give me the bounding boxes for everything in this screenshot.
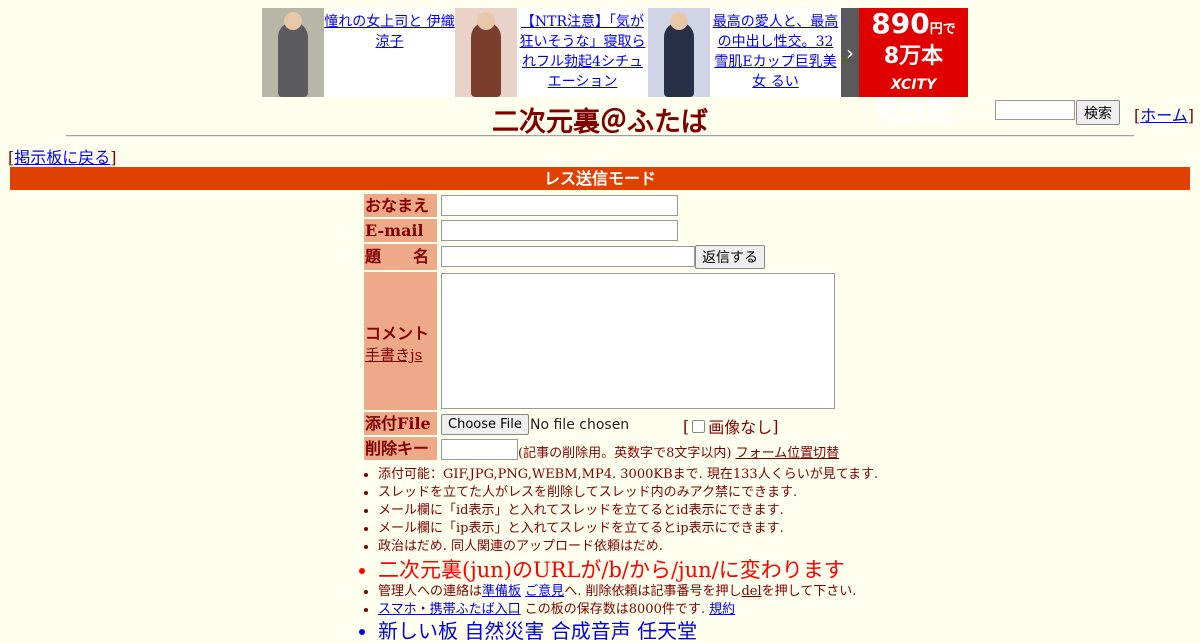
comment-label: コメント <box>365 324 430 343</box>
delete-key-input[interactable] <box>441 439 518 460</box>
subject-label: 題 名 <box>364 244 437 270</box>
delete-key-label: 削除キー <box>364 437 437 460</box>
new-boards-item[interactable]: 新しい板 自然災害 合成音声 任天堂 <box>378 619 878 643</box>
search-form: 検索 <box>995 100 1120 125</box>
feedback-link[interactable]: ご意見 <box>525 584 564 599</box>
mobile-entrance-link[interactable]: スマホ・携帯ふたば入口 <box>378 602 521 617</box>
ad-link[interactable]: 最高の愛人と、最高の中出し性交。32 雪肌Eカップ巨乳美女 るい <box>713 14 838 90</box>
ad-thumbnail[interactable] <box>648 8 710 97</box>
home-nav: [ホーム] <box>1134 106 1195 125</box>
list-item: 政治はだめ. 同人関連のアップロード依頼はだめ. <box>378 538 878 556</box>
list-item: 添付可能：GIF,JPG,PNG,WEBM,MP4. 3000KBまで. 現在1… <box>378 466 878 484</box>
rules-link[interactable]: 規約 <box>709 602 735 617</box>
ad-item[interactable]: 【NTR注意】「気が狂いそうな」寝取られフル勃起4シチュエーション <box>455 8 648 97</box>
comment-label-cell: コメント 手書きjs <box>364 272 437 410</box>
notice-list: 添付可能：GIF,JPG,PNG,WEBM,MP4. 3000KBまで. 現在1… <box>358 466 878 643</box>
back-nav: [掲示板に戻る] <box>8 148 117 167</box>
form-position-toggle[interactable]: フォーム位置切替 <box>736 446 840 461</box>
email-input[interactable] <box>441 220 678 241</box>
comment-textarea[interactable] <box>441 273 835 409</box>
list-item: メール欄に「ip表示」と入れてスレッドを立てるとip表示にできます. <box>378 520 878 538</box>
file-label: 添付File <box>364 412 437 435</box>
no-image-label: 画像なし <box>708 418 773 437</box>
search-button[interactable]: 検索 <box>1076 100 1120 125</box>
ad-link[interactable]: 【NTR注意】「気が狂いそうな」寝取られフル勃起4シチュエーション <box>520 14 646 90</box>
list-item: 管理人への連絡は準備板 ご意見へ. 削除依頼は記事番号を押しdelを押して下さい… <box>378 583 878 601</box>
name-label: おなまえ <box>364 194 437 217</box>
ad-item[interactable]: 最高の愛人と、最高の中出し性交。32 雪肌Eカップ巨乳美女 るい <box>648 8 841 97</box>
no-image-checkbox[interactable] <box>692 419 706 433</box>
ad-banner: 憧れの女上司と 伊織涼子 【NTR注意】「気が狂いそうな」寝取られフル勃起4シチ… <box>262 7 968 128</box>
ad-thumbnail[interactable] <box>262 8 324 97</box>
del-label: del <box>741 584 762 599</box>
home-link[interactable]: ホーム <box>1140 106 1188 125</box>
back-to-board-link[interactable]: 掲示板に戻る <box>14 148 110 167</box>
promo-price: 890 <box>871 7 930 40</box>
handwrite-link[interactable]: 手書きjs <box>365 346 422 364</box>
list-item: メール欄に「id表示」と入れてスレッドを立てるとid表示にできます. <box>378 502 878 520</box>
email-label: E-mail <box>364 219 437 242</box>
list-item: スレッドを立てた人がレスを削除してスレッド内のみアク禁にできます. <box>378 484 878 502</box>
promo-unit: 円で <box>929 22 956 37</box>
list-item: スマホ・携帯ふたば入口 この板の保存数は8000件です. 規約 <box>378 601 878 619</box>
ad-promo[interactable]: 890円で 8万本 XCITY 見放題 <box>859 7 968 128</box>
chevron-right-icon[interactable]: › <box>841 8 859 97</box>
ad-link[interactable]: 憧れの女上司と 伊織涼子 <box>324 14 454 50</box>
promo-count: 8万本 <box>883 44 944 69</box>
submit-button[interactable]: 返信する <box>695 245 765 269</box>
ad-item[interactable]: 憧れの女上司と 伊織涼子 <box>262 8 455 97</box>
mode-bar: レス送信モード <box>10 167 1190 190</box>
ad-thumbnail[interactable] <box>455 8 517 97</box>
name-input[interactable] <box>441 195 678 216</box>
no-image-option: [ 画像なし ] <box>683 414 779 438</box>
subject-input[interactable] <box>441 246 695 267</box>
promo-brand: XCITY <box>890 77 937 93</box>
choose-file-button[interactable]: Choose File <box>441 414 529 435</box>
file-status: No file chosen <box>530 417 630 433</box>
prep-board-link[interactable]: 準備板 <box>482 584 521 599</box>
url-change-notice: 二次元裏(jun)のURLが/b/から/jun/に変わります <box>378 557 878 583</box>
delete-key-note: (記事の削除用。英数字で8文字以内) フォーム位置切替 <box>518 446 840 461</box>
search-input[interactable] <box>995 100 1075 120</box>
divider <box>66 135 1134 137</box>
